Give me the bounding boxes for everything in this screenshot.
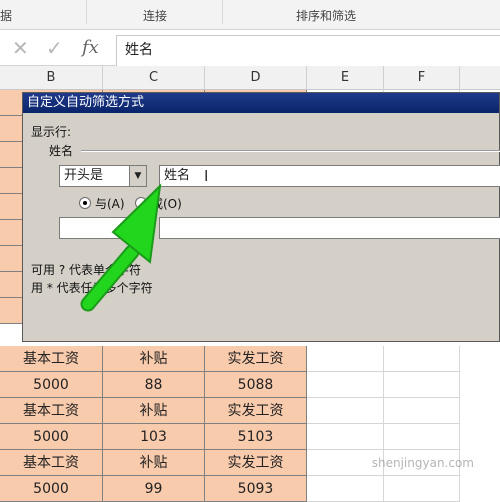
annotation-arrow xyxy=(80,183,162,312)
watermark: shenjingyan.com xyxy=(371,456,474,470)
green-arrow-icon xyxy=(80,183,162,312)
